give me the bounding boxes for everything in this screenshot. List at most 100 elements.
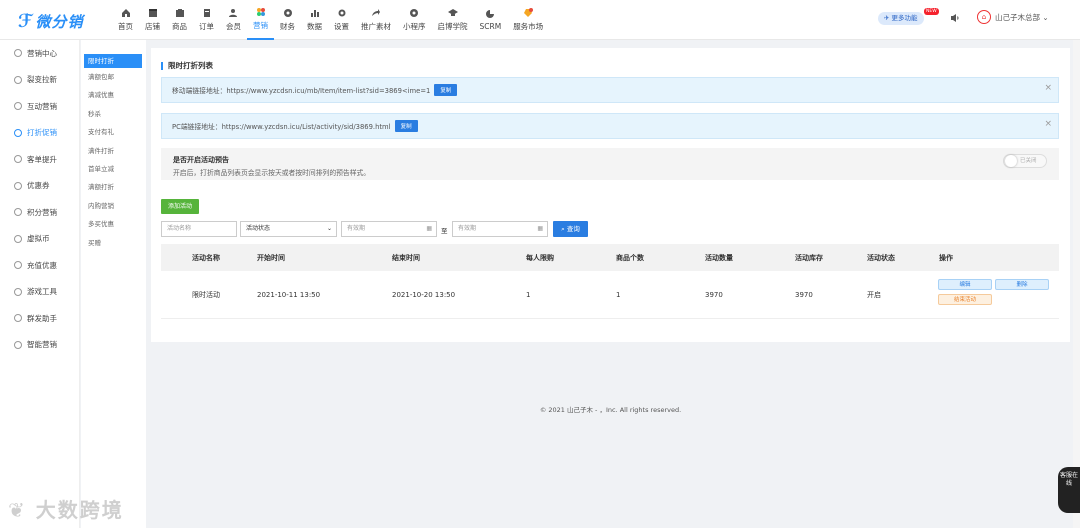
subnav-item-buy-gift[interactable]: 买赠 — [81, 234, 146, 252]
copy-mobile-link-button[interactable]: 复制 — [434, 84, 458, 96]
subnav-item-free-shipping[interactable]: 满额包邮 — [81, 68, 146, 86]
end-date-input[interactable]: 有效期 ▦ — [452, 221, 548, 237]
end-activity-button[interactable]: 结束活动 — [938, 294, 992, 305]
points-icon — [14, 208, 22, 217]
col-qty: 活动数量 — [705, 253, 733, 262]
sidebar-item-recharge[interactable]: 充值优惠 — [0, 252, 79, 279]
pc-link-text: PC端链接地址：https://www.yzcdsn.icu/List/acti… — [172, 123, 391, 131]
toggle-knob — [1005, 155, 1017, 167]
speaker-icon[interactable] — [950, 13, 960, 23]
col-stock: 活动库存 — [795, 253, 823, 262]
preview-toggle[interactable]: 已关闭 — [1003, 154, 1047, 168]
nav-marketing[interactable]: 营销 — [247, 0, 274, 40]
subnav-item-flash-discount[interactable]: 限时打折 — [84, 54, 142, 68]
chevron-down-icon: ⌄ — [326, 225, 332, 232]
sidebar-item-games[interactable]: 游戏工具 — [0, 279, 79, 306]
sidebar-item-interactive[interactable]: 互动营销 — [0, 93, 79, 120]
calendar-icon: ▦ — [537, 225, 543, 232]
nav-order[interactable]: 订单 — [193, 0, 220, 40]
nav-goods[interactable]: 商品 — [166, 0, 193, 40]
subnav-item-full-reduction[interactable]: 满减优惠 — [81, 86, 146, 104]
sidebar-item-broadcast[interactable]: 群发助手 — [0, 305, 79, 332]
store-icon — [148, 9, 157, 17]
nav-data[interactable]: 数据 — [301, 0, 328, 40]
academy-icon — [447, 9, 458, 16]
watermark: ❦ 大数跨境 — [8, 498, 124, 522]
scrm-icon — [486, 10, 495, 18]
nav-academy[interactable]: 启博学院 — [432, 0, 474, 40]
subnav-item-pay-gift[interactable]: 支付有礼 — [81, 123, 146, 141]
finance-icon — [283, 9, 292, 17]
cell-limit: 1 — [526, 290, 531, 299]
scrollbar[interactable] — [1073, 40, 1080, 528]
subnav-item-internal[interactable]: 内购营销 — [81, 197, 146, 215]
sub-nav: 限时打折 满额包邮 满减优惠 秒杀 支付有礼 满件打折 首单立减 满额打折 内购… — [81, 40, 146, 528]
close-icon[interactable]: × — [1044, 83, 1052, 93]
sidebar-item-discount[interactable]: 打折促销 — [0, 120, 79, 147]
smart-icon — [14, 340, 22, 349]
broadcast-icon — [14, 314, 22, 323]
nav-share[interactable]: 推广素材 — [355, 0, 397, 40]
search-button[interactable]: ⌕ 查询 — [553, 221, 588, 237]
col-goods: 商品个数 — [616, 253, 644, 262]
subnav-item-seckill[interactable]: 秒杀 — [81, 105, 146, 123]
interactive-icon — [14, 102, 22, 111]
cell-stock: 3970 — [795, 290, 813, 299]
activity-table: 活动名称 开始时间 结束时间 每人限购 商品个数 活动数量 活动库存 活动状态 … — [161, 244, 1059, 319]
cell-start: 2021-10-11 13:50 — [257, 290, 321, 299]
customer-service-button[interactable]: 客服在线 — [1058, 467, 1080, 513]
home-icon — [121, 9, 130, 17]
avatar: ⌂ — [977, 10, 991, 24]
subnav-item-multi-buy[interactable]: 多买优惠 — [81, 215, 146, 233]
fission-icon — [14, 75, 22, 84]
nav-store[interactable]: 店铺 — [139, 0, 166, 40]
table-header: 活动名称 开始时间 结束时间 每人限购 商品个数 活动数量 活动库存 活动状态 … — [161, 244, 1059, 271]
subnav-item-first-order[interactable]: 首单立减 — [81, 160, 146, 178]
marketing-icon — [256, 8, 265, 16]
recharge-icon — [14, 261, 22, 270]
edit-button[interactable]: 编辑 — [938, 279, 992, 290]
activity-status-select[interactable]: 活动状态 ⌄ — [240, 221, 337, 237]
copy-pc-link-button[interactable]: 复制 — [394, 120, 418, 132]
cell-end: 2021-10-20 13:50 — [392, 290, 456, 299]
col-name: 活动名称 — [192, 253, 220, 262]
more-features-button[interactable]: ✈ 更多功能 — [878, 12, 924, 25]
cell-qty: 3970 — [705, 290, 723, 299]
page-title: 限时打折列表 — [161, 62, 213, 70]
sidebar-item-marketing-center[interactable]: 营销中心 — [0, 40, 79, 67]
sidebar-item-virtual-coin[interactable]: 虚拟币 — [0, 226, 79, 253]
mobile-link-text: 移动端链接地址：https://www.yzcdsn.icu/mb/Item/i… — [172, 87, 431, 95]
member-icon — [228, 9, 237, 17]
nav-home[interactable]: 首页 — [112, 0, 139, 40]
sidebar-item-order-boost[interactable]: 客单提升 — [0, 146, 79, 173]
chevron-down-icon: ⌄ — [1040, 12, 1049, 22]
close-icon[interactable]: × — [1044, 119, 1052, 129]
nav-finance[interactable]: 财务 — [274, 0, 301, 40]
delete-button[interactable]: 删除 — [995, 279, 1049, 290]
activity-name-input[interactable]: 活动名称 — [161, 221, 237, 237]
sidebar-item-fission[interactable]: 裂变拉新 — [0, 67, 79, 94]
nav-settings[interactable]: 设置 — [328, 0, 355, 40]
preview-description: 开启后，打折商品列表页会显示按天或者按时间排列的预告样式。 — [173, 169, 371, 177]
sidebar-item-coupon[interactable]: 优惠券 — [0, 173, 79, 200]
miniapp-icon — [410, 9, 419, 17]
col-status: 活动状态 — [867, 253, 895, 262]
virtual-coin-icon — [14, 234, 22, 243]
nav-miniapp[interactable]: 小程序 — [397, 0, 432, 40]
add-activity-button[interactable]: 添加活动 — [161, 199, 200, 214]
sidebar-item-smart[interactable]: 智能营销 — [0, 332, 79, 359]
market-icon — [524, 8, 534, 17]
col-end: 结束时间 — [392, 253, 420, 262]
discount-icon — [14, 128, 22, 137]
goods-icon — [175, 9, 184, 17]
user-menu[interactable]: ⌂ 山己子木总部 ⌄ — [977, 10, 1049, 24]
sidebar-item-points[interactable]: 积分营销 — [0, 199, 79, 226]
subnav-item-piece-discount[interactable]: 满件打折 — [81, 142, 146, 160]
brand-logo[interactable]: ℱ 微分销 — [18, 11, 84, 32]
nav-market[interactable]: 服务市场 — [507, 0, 549, 40]
settings-icon — [338, 9, 345, 17]
nav-member[interactable]: 会员 — [220, 0, 247, 40]
subnav-item-amount-discount[interactable]: 满额打折 — [81, 178, 146, 196]
start-date-input[interactable]: 有效期 ▦ — [341, 221, 437, 237]
nav-scrm[interactable]: SCRM — [474, 0, 508, 40]
